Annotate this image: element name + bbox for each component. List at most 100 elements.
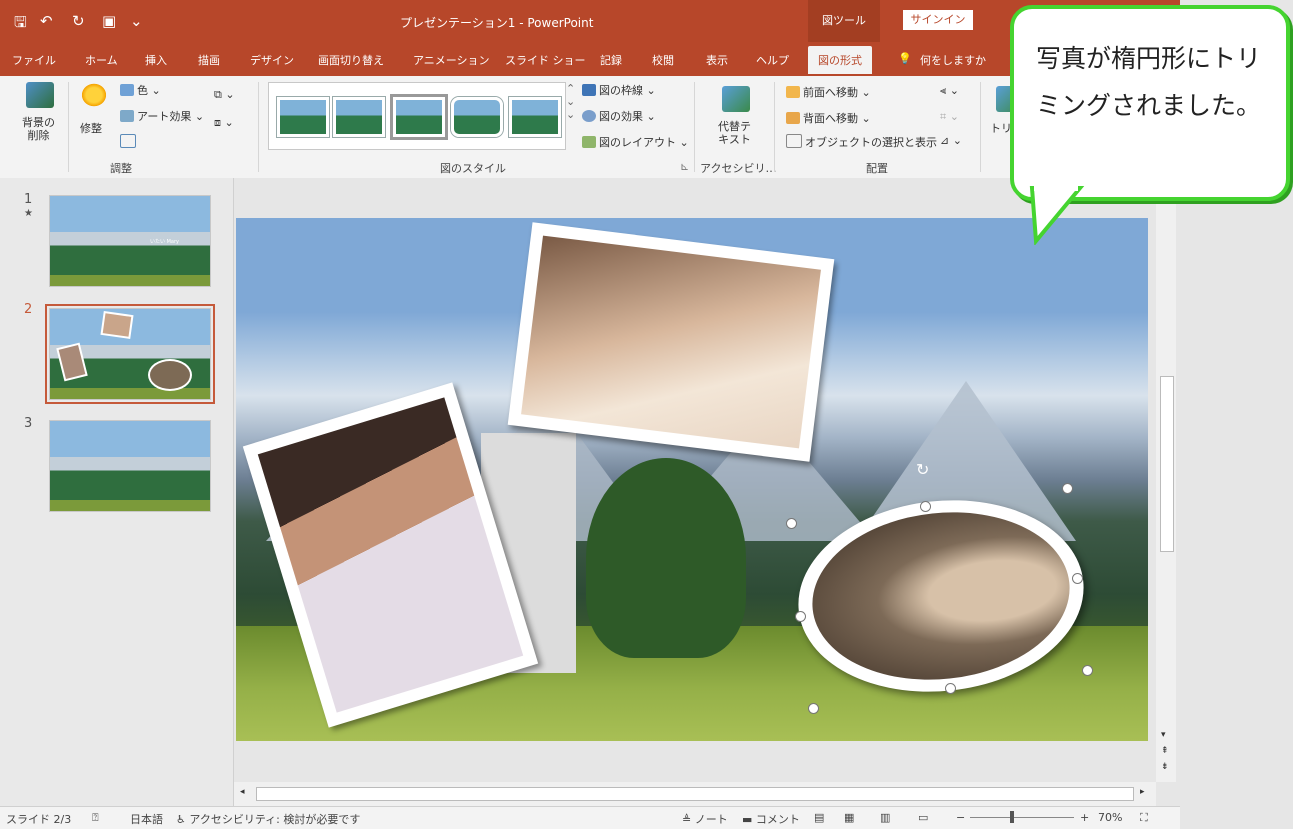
signin-button[interactable]: サインイン [903,10,973,30]
bring-forward-label: 前面へ移動 [803,86,858,99]
resize-handle[interactable] [795,611,806,622]
language-indicator[interactable]: 日本語 [130,811,163,827]
tab-picture-format[interactable]: 図の形式 [808,46,872,74]
send-backward-button[interactable]: 背面へ移動 ⌄ [786,110,871,126]
tab-design[interactable]: デザイン [250,52,294,68]
tab-transitions[interactable]: 画面切り替え [318,52,384,68]
slideshow-view-icon[interactable]: ▭ [918,811,928,824]
crop-button[interactable]: トリ [990,120,1012,136]
rotate-icon[interactable]: ⊿ ⌄ [940,134,962,147]
slide-thumbnail-1[interactable]: いたい Mary [49,195,211,287]
comments-button[interactable]: ▬ コメント [742,811,800,827]
selection-pane-button[interactable]: オブジェクトの選択と表示 [786,134,937,150]
art-effects-button[interactable]: アート効果 ⌄ [120,108,204,124]
tab-view[interactable]: 表示 [706,52,728,68]
redo-icon[interactable]: ↻ [72,12,85,30]
tab-insert[interactable]: 挿入 [145,52,167,68]
resize-handle[interactable] [945,683,956,694]
zoom-in-icon[interactable]: + [1080,811,1089,824]
save-icon[interactable]: 🖫 [14,12,27,37]
customize-qat-icon[interactable]: ⌄ [130,12,143,30]
group-icon[interactable]: ⌗ ⌄ [940,110,959,124]
send-backward-label: 背面へ移動 [803,112,858,125]
tab-home[interactable]: ホーム [85,52,118,68]
style-thumb[interactable] [451,97,503,137]
slide-canvas[interactable]: ↻ [236,218,1148,741]
alt-text-button[interactable]: 代替テ キスト [718,120,751,146]
style-thumb[interactable] [277,97,329,137]
fit-to-window-icon[interactable]: ⛶ [1140,811,1148,825]
horizontal-scrollbar[interactable]: ◂ ▸ [234,782,1156,806]
scroll-down-icon[interactable]: ▾ [1161,730,1166,740]
gallery-scroll-icon[interactable]: ⌃ ⌄ ⌄ [566,82,575,121]
align-icon[interactable]: ⫷ ⌄ [940,84,959,98]
zoom-slider-thumb[interactable] [1010,811,1014,823]
change-picture-icon[interactable]: ⧈ ⌄ [214,116,234,130]
spell-check-icon[interactable]: ⍰ [92,811,99,825]
alt-text-icon[interactable] [722,86,750,112]
ribbon: 背景の 削除 修整 色 ⌄ アート効果 ⌄ ⧉ ⌄ ⧈ ⌄ 調整 ⌃ ⌄ ⌄ 図の枠… [0,76,1180,179]
resize-handle[interactable] [808,703,819,714]
picture-effects-button[interactable]: 図の効果 ⌄ [582,108,656,124]
style-thumb[interactable] [393,97,445,137]
effects-icon [582,110,596,122]
dialog-launcher-icon[interactable]: ⊾ [680,160,689,173]
resize-handle[interactable] [920,501,931,512]
tab-record[interactable]: 記録 [600,52,622,68]
picture-layout-button[interactable]: 図のレイアウト ⌄ [582,134,689,150]
effects-label: 図の効果 [599,110,643,123]
accessibility-status[interactable]: ♿ アクセシビリティ: 検討が必要です [176,811,360,827]
transparency-button[interactable] [120,134,139,149]
slide-thumbnail-3[interactable] [49,420,211,512]
next-slide-icon[interactable]: ⇟ [1161,762,1169,772]
zoom-slider[interactable] [970,817,1074,818]
style-thumb[interactable] [509,97,561,137]
remove-background-button[interactable]: 背景の 削除 [22,116,55,142]
tab-review[interactable]: 校閲 [652,52,674,68]
reading-view-icon[interactable]: ▥ [880,811,890,824]
scroll-left-icon[interactable]: ◂ [240,787,245,797]
notes-button[interactable]: ≜ ノート [682,811,728,827]
layout-icon [582,136,596,148]
tab-draw[interactable]: 描画 [198,52,220,68]
remove-background-icon[interactable] [26,82,54,108]
rotate-handle-icon[interactable]: ↻ [916,460,929,479]
notes-label: ノート [694,813,728,826]
tab-slideshow[interactable]: スライド ショー [505,52,586,68]
compress-icon[interactable]: ⧉ ⌄ [214,88,235,102]
start-slideshow-icon[interactable]: ▣ [102,12,116,30]
selection-pane-label: オブジェクトの選択と表示 [805,136,937,149]
resize-handle[interactable] [1062,483,1073,494]
group-arrange-label: 配置 [866,162,888,175]
prev-slide-icon[interactable]: ⇞ [1161,746,1169,756]
thumb-photo [148,359,192,391]
bring-forward-button[interactable]: 前面へ移動 ⌄ [786,84,871,100]
zoom-out-icon[interactable]: − [956,811,965,824]
horizontal-scroll-thumb[interactable] [256,787,1134,801]
style-thumb[interactable] [333,97,385,137]
photo-mother-baby-bed[interactable] [507,222,835,462]
resize-handle[interactable] [1072,573,1083,584]
undo-icon[interactable]: ↶ [40,12,53,30]
tree [586,458,746,658]
tab-file[interactable]: ファイル [12,52,56,68]
slide-thumbnail-2[interactable] [45,304,215,404]
scroll-right-icon[interactable]: ▸ [1140,787,1145,797]
tell-me-input[interactable]: 何をしますか [920,52,986,68]
tab-help[interactable]: ヘルプ [756,52,789,68]
vertical-scrollbar[interactable]: ▾ ⇞ ⇟ [1156,178,1176,782]
resize-handle[interactable] [1082,665,1093,676]
vertical-scroll-thumb[interactable] [1160,376,1174,552]
callout-text: 写真が楕円形にトリミングされました。 [1036,44,1262,120]
resize-handle[interactable] [786,518,797,529]
picture-border-button[interactable]: 図の枠線 ⌄ [582,82,656,98]
color-button[interactable]: 色 ⌄ [120,82,161,98]
picture-style-gallery[interactable] [268,82,566,150]
normal-view-icon[interactable]: ▤ [814,811,824,824]
slide-sorter-icon[interactable]: ▦ [844,811,854,824]
slide-thumbnails-panel: 1 ★ いたい Mary 2 3 [0,178,234,806]
corrections-icon[interactable] [80,82,108,108]
tab-animations[interactable]: アニメーション [413,52,490,68]
corrections-button[interactable]: 修整 [80,120,102,136]
zoom-level[interactable]: 70% [1098,811,1122,824]
